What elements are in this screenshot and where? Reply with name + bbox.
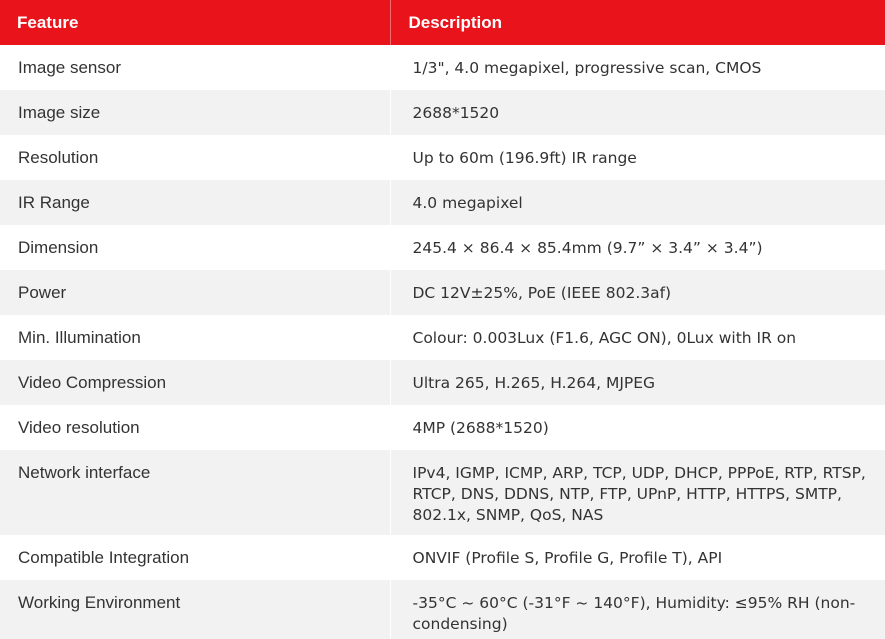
description-cell: -35°C ~ 60°C (-31°F ~ 140°F), Humidity: …	[390, 580, 885, 639]
feature-cell: Min. Illumination	[0, 315, 391, 360]
table-row: IR Range 4.0 megapixel	[0, 180, 885, 225]
table-row: Resolution Up to 60m (196.9ft) IR range	[0, 135, 885, 180]
feature-cell: Compatible Integration	[0, 535, 391, 580]
table-row: Working Environment -35°C ~ 60°C (-31°F …	[0, 580, 885, 639]
feature-cell: Power	[0, 270, 391, 315]
feature-cell: Image size	[0, 90, 391, 135]
description-cell: DC 12V±25%, PoE (IEEE 802.3af)	[390, 270, 885, 315]
feature-column-header: Feature	[0, 0, 391, 45]
description-cell: ONVIF (Profile S, Profile G, Profile T),…	[390, 535, 885, 580]
table-row: Power DC 12V±25%, PoE (IEEE 802.3af)	[0, 270, 885, 315]
table-row: Compatible Integration ONVIF (Profile S,…	[0, 535, 885, 580]
table-header: Feature Description	[0, 0, 885, 45]
table-row: Image sensor 1/3", 4.0 megapixel, progre…	[0, 45, 885, 90]
feature-cell: Dimension	[0, 225, 391, 270]
description-cell: 4MP (2688*1520)	[390, 405, 885, 450]
feature-cell: Network interface	[0, 450, 391, 535]
description-cell: IPv4, IGMP, ICMP, ARP, TCP, UDP, DHCP, P…	[390, 450, 885, 535]
description-cell: 4.0 megapixel	[390, 180, 885, 225]
feature-cell: Video Compression	[0, 360, 391, 405]
description-column-header: Description	[390, 0, 885, 45]
description-cell: Colour: 0.003Lux (F1.6, AGC ON), 0Lux wi…	[390, 315, 885, 360]
feature-cell: Resolution	[0, 135, 391, 180]
feature-cell: Image sensor	[0, 45, 391, 90]
table-row: Network interface IPv4, IGMP, ICMP, ARP,…	[0, 450, 885, 535]
feature-cell: Video resolution	[0, 405, 391, 450]
table-row: Dimension 245.4 × 86.4 × 85.4mm (9.7” × …	[0, 225, 885, 270]
feature-cell: IR Range	[0, 180, 391, 225]
table-row: Video Compression Ultra 265, H.265, H.26…	[0, 360, 885, 405]
table-body: Image sensor 1/3", 4.0 megapixel, progre…	[0, 45, 885, 639]
description-cell: Up to 60m (196.9ft) IR range	[390, 135, 885, 180]
description-cell: Ultra 265, H.265, H.264, MJPEG	[390, 360, 885, 405]
description-cell: 245.4 × 86.4 × 85.4mm (9.7” × 3.4” × 3.4…	[390, 225, 885, 270]
description-cell: 2688*1520	[390, 90, 885, 135]
table-row: Video resolution 4MP (2688*1520)	[0, 405, 885, 450]
table-row: Min. Illumination Colour: 0.003Lux (F1.6…	[0, 315, 885, 360]
table-row: Image size 2688*1520	[0, 90, 885, 135]
spec-table: Feature Description Image sensor 1/3", 4…	[0, 0, 885, 639]
header-row: Feature Description	[0, 0, 885, 45]
feature-cell: Working Environment	[0, 580, 391, 639]
description-cell: 1/3", 4.0 megapixel, progressive scan, C…	[390, 45, 885, 90]
